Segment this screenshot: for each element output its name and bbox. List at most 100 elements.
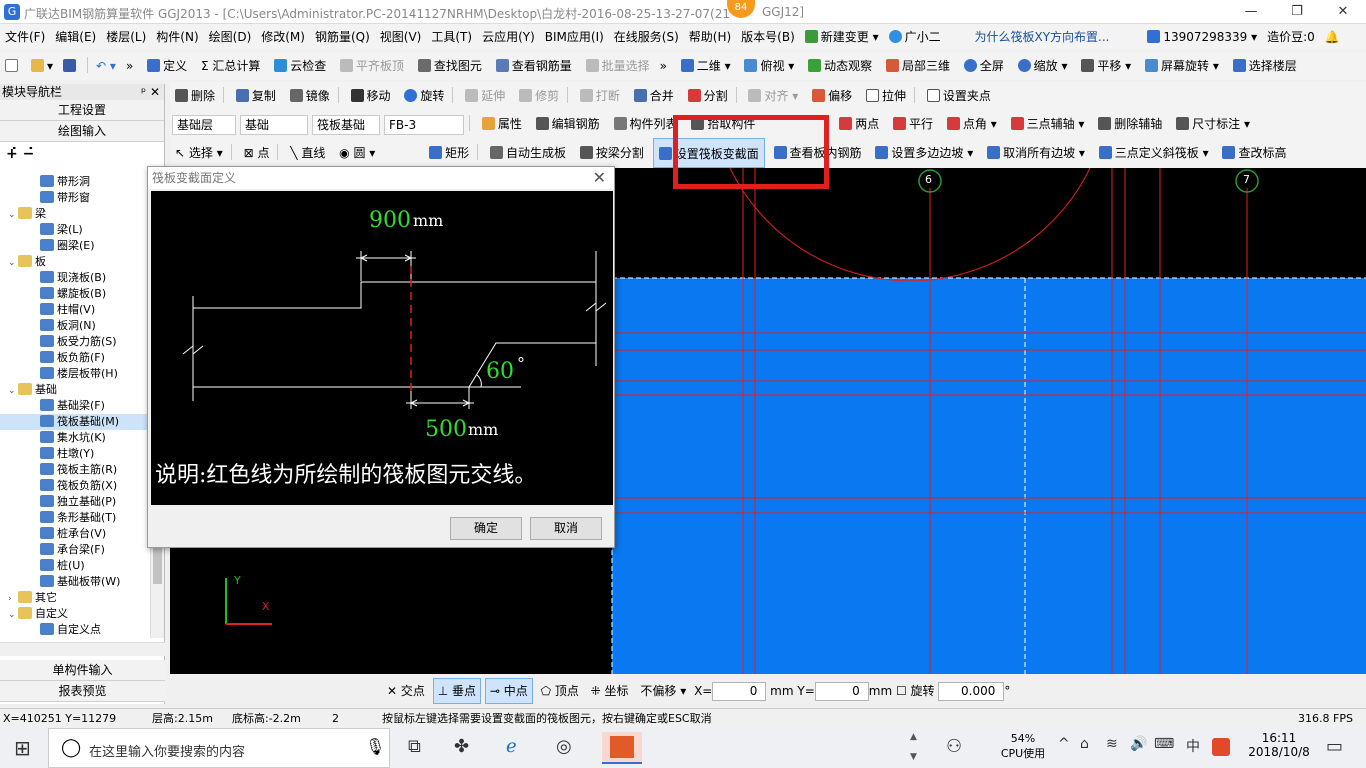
zoom-button[interactable]: 缩放 ▾ — [1013, 52, 1073, 80]
fan-app-icon[interactable]: ✤ — [454, 736, 469, 760]
tree-item[interactable]: 桩(U) — [0, 558, 150, 574]
user-phone[interactable]: 13907298339 ▾ — [1142, 24, 1262, 50]
tree-toggle-icon[interactable]: ⌄ — [8, 607, 18, 623]
tree-toggle-icon[interactable]: ⌄ — [8, 207, 18, 223]
trim-button[interactable]: 修剪 — [514, 82, 564, 110]
snap-vertex[interactable]: ⬠ 顶点 — [537, 679, 583, 703]
cloud-check-button[interactable]: 云检查 — [269, 52, 331, 80]
property-button[interactable]: 属性 — [477, 110, 527, 138]
edit-rebar-button[interactable]: 编辑钢筋 — [531, 110, 605, 138]
task-view-icon[interactable]: ⧉ — [408, 736, 421, 760]
tree-item[interactable]: 柱墩(Y) — [0, 446, 150, 462]
tree-item[interactable]: 板洞(N) — [0, 318, 150, 334]
rotate-checkbox[interactable]: ☐ — [896, 684, 911, 698]
wifi-icon[interactable]: ≋ — [1106, 736, 1118, 760]
set-slope-button[interactable]: 设置多边边坡 ▾ — [870, 138, 978, 168]
volume-icon[interactable]: 🔊 — [1130, 736, 1147, 760]
type-select[interactable]: 筏板基础 — [312, 114, 380, 135]
tree-item[interactable]: 现浇板(B) — [0, 270, 150, 286]
point-button[interactable]: ⊠ 点 — [239, 138, 275, 168]
notification-badge[interactable]: 84 — [727, 0, 755, 18]
tree-item[interactable]: 板受力筋(S) — [0, 334, 150, 350]
tree-item[interactable]: 带形窗 — [0, 190, 150, 206]
split-by-beam-button[interactable]: 按梁分割 — [575, 138, 649, 168]
tree-item[interactable]: 独立基础(P) — [0, 494, 150, 510]
stretch-button[interactable]: 拉伸 — [861, 82, 911, 110]
category-select[interactable]: 基础 — [240, 114, 308, 135]
menu-rebar-qty[interactable]: 钢筋量(Q) — [310, 24, 375, 50]
tree-item[interactable]: 楼层板带(H) — [0, 366, 150, 382]
tree-item[interactable]: 基础梁(F) — [0, 398, 150, 414]
tree-item[interactable]: 螺旋板(B) — [0, 286, 150, 302]
dynamic-view-button[interactable]: 动态观察 — [803, 52, 877, 80]
tree-item[interactable]: 集水坑(K) — [0, 430, 150, 446]
tree-item[interactable]: ⌄ 基础 — [0, 382, 150, 398]
copy-button[interactable]: 复制 — [231, 82, 281, 110]
close-icon[interactable]: ✕ — [1320, 0, 1366, 24]
tree-item[interactable]: 板负筋(F) — [0, 350, 150, 366]
taskbar-search[interactable]: ◯ 在这里输入你要搜索的内容 🎙 — [48, 728, 390, 768]
tree-toggle-icon[interactable]: ⌄ — [8, 255, 18, 271]
menu-new-change[interactable]: 新建变更 ▾ — [800, 24, 884, 50]
expand-collapse-icons[interactable]: +̇ −̇ — [0, 142, 164, 166]
delete-button[interactable]: 删除 — [170, 82, 220, 110]
floor-select[interactable]: 基础层 — [172, 114, 236, 135]
tree-item[interactable]: 条形基础(T) — [0, 510, 150, 526]
mirror-button[interactable]: 镜像 — [285, 82, 335, 110]
ok-button[interactable]: 确定 — [450, 517, 522, 540]
menu-file[interactable]: 文件(F) — [0, 24, 50, 50]
view-2d-dropdown[interactable]: 二维 ▾ — [676, 52, 736, 80]
move-button[interactable]: 移动 — [346, 82, 396, 110]
cpu-monitor[interactable]: 54% CPU使用 — [1000, 732, 1046, 761]
component-list-button[interactable]: 构件列表 — [609, 110, 683, 138]
merge-button[interactable]: 合并 — [629, 82, 679, 110]
notification-icon[interactable]: ▭ — [1326, 736, 1343, 760]
tree-item[interactable]: 梁(L) — [0, 222, 150, 238]
tree-item[interactable]: ⌄ 梁 — [0, 206, 150, 222]
save-icon[interactable] — [58, 52, 84, 80]
view-rebar-button[interactable]: 查看钢筋量 — [491, 52, 577, 80]
sogou-icon[interactable] — [1212, 738, 1230, 756]
rotate-button[interactable]: 旋转 — [399, 82, 449, 110]
tree-item[interactable]: 自定义点 — [0, 622, 150, 638]
tree-item[interactable]: 带形洞 — [0, 174, 150, 190]
ime-indicator[interactable]: 中 — [1186, 736, 1200, 760]
snap-midpoint[interactable]: ⊸ 中点 — [484, 678, 533, 704]
menu-bim[interactable]: BIM应用(I) — [540, 24, 609, 50]
tray-expand-icon[interactable]: ^ — [1058, 736, 1070, 760]
mic-icon[interactable]: 🎙 — [365, 737, 385, 756]
three-point-axis-button[interactable]: 三点辅轴 ▾ — [1006, 110, 1090, 138]
rotate-input[interactable]: 0.000 — [938, 682, 1005, 701]
tree-toggle-icon[interactable]: ⌄ — [8, 383, 18, 399]
parallel-button[interactable]: 平行 — [888, 110, 938, 138]
tree-item[interactable]: 筏板负筋(X) — [0, 478, 150, 494]
select-floor-button[interactable]: 选择楼层 — [1228, 52, 1302, 80]
menu-assistant[interactable]: 广小二 — [884, 24, 946, 50]
undo-icon[interactable]: ↶ ▾ — [91, 52, 121, 80]
fullscreen-button[interactable]: 全屏 — [959, 52, 1009, 80]
tree-item[interactable]: 筏板基础(M) — [0, 414, 150, 430]
extend-button[interactable]: 延伸 — [460, 82, 510, 110]
network-icon[interactable]: ⌂ — [1080, 736, 1089, 760]
align-button[interactable]: 对齐 ▾ — [743, 82, 803, 110]
menu-floor[interactable]: 楼层(L) — [101, 24, 151, 50]
app-swirl-icon[interactable]: ◎ — [556, 736, 572, 760]
tree-item[interactable]: 承台梁(F) — [0, 542, 150, 558]
menu-modify[interactable]: 修改(M) — [256, 24, 310, 50]
select-button[interactable]: ↖ 选择 ▾ — [170, 138, 228, 168]
tree-item[interactable]: 圈梁(E) — [0, 238, 150, 254]
tree-item[interactable]: 桩承台(V) — [0, 526, 150, 542]
dialog-close-icon[interactable]: ✕ — [593, 168, 606, 187]
report-preview-button[interactable]: 报表预览 — [0, 681, 165, 702]
ie-browser-icon[interactable]: ℯ — [506, 736, 517, 760]
snap-coordinate[interactable]: ⁜ 坐标 — [587, 679, 633, 703]
menu-draw[interactable]: 绘图(D) — [204, 24, 257, 50]
two-point-button[interactable]: 两点 — [834, 110, 884, 138]
screen-rotate-button[interactable]: 屏幕旋转 ▾ — [1140, 52, 1224, 80]
snap-perpendicular[interactable]: ⊥ 垂点 — [432, 678, 482, 704]
tray-scroll[interactable]: ▲ ▼ — [910, 732, 917, 762]
top-view-dropdown[interactable]: 俯视 ▾ — [739, 52, 799, 80]
clock[interactable]: 16:11 2018/10/8 — [1244, 731, 1314, 759]
x-input[interactable]: 0 — [712, 682, 767, 701]
menu-version[interactable]: 版本号(B) — [736, 24, 800, 50]
